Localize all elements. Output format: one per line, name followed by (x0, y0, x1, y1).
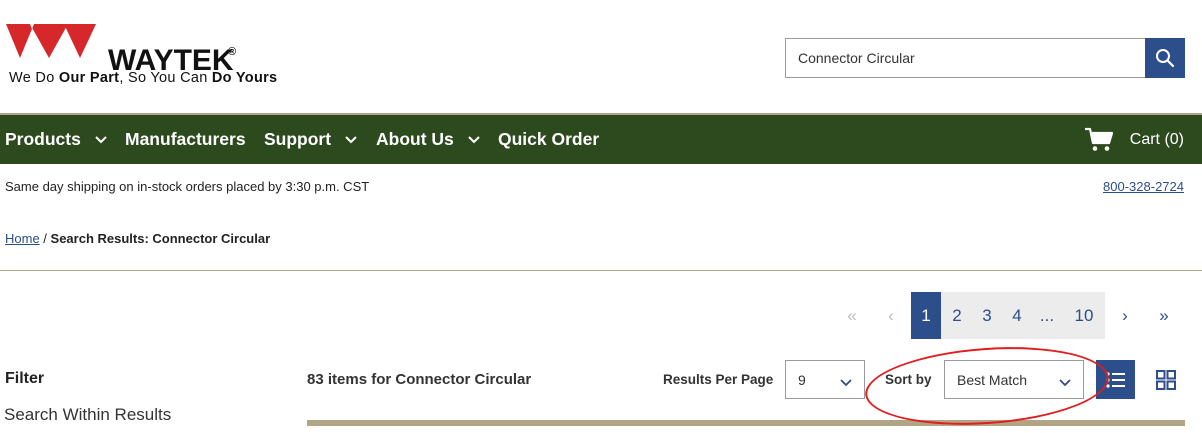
results-header-divider (307, 420, 1185, 426)
chevron-down-icon (840, 374, 852, 390)
prev-page-button[interactable]: ‹ (878, 292, 904, 339)
chevron-down-icon (95, 135, 107, 144)
page-2-button[interactable]: 2 (942, 292, 972, 339)
cart-icon (1084, 127, 1113, 151)
search-within-results-label[interactable]: Search Within Results (4, 405, 171, 425)
page-10-button[interactable]: 10 (1064, 292, 1104, 339)
page-1-button[interactable]: 1 (911, 292, 941, 339)
page-3-button[interactable]: 3 (972, 292, 1002, 339)
site-header: WAYTEK ® We Do Our Part, So You Can Do Y… (0, 0, 1202, 113)
nav-quick-order[interactable]: Quick Order (498, 115, 599, 164)
breadcrumb-current: Search Results: Connector Circular (50, 231, 271, 246)
page-ellipsis: ... (1039, 305, 1055, 325)
grid-view-button[interactable] (1146, 360, 1185, 399)
nav-products[interactable]: Products (5, 115, 107, 164)
cart-link[interactable]: Cart (0) (1084, 115, 1184, 164)
sort-by-select[interactable]: Best Match (944, 360, 1084, 399)
search-icon (1156, 49, 1175, 68)
search-input[interactable] (786, 39, 1144, 77)
breadcrumb-divider (0, 270, 1202, 271)
cart-label: Cart (0) (1129, 130, 1184, 148)
nav-manufacturers[interactable]: Manufacturers (125, 115, 246, 164)
results-per-page-select[interactable]: 9 (785, 360, 865, 399)
result-count: 83 items for Connector Circular (307, 371, 532, 388)
tagline: We Do Our Part, So You Can Do Yours (9, 70, 278, 86)
next-page-button[interactable]: › (1112, 292, 1138, 339)
breadcrumb-home[interactable]: Home (5, 231, 40, 246)
page-4-button[interactable]: 4 (1002, 292, 1032, 339)
results-per-page-value: 9 (798, 371, 806, 388)
shipping-notice: Same day shipping on in-stock orders pla… (5, 179, 370, 194)
search-button[interactable] (1145, 38, 1185, 78)
chevron-down-icon (1059, 374, 1071, 390)
registered-mark: ® (228, 46, 237, 58)
waytek-logo-icon (6, 24, 96, 58)
list-view-icon (1105, 371, 1125, 388)
chevron-down-icon (345, 135, 357, 144)
filter-title: Filter (5, 370, 45, 387)
main-nav: Products Manufacturers Support About Us … (0, 115, 1202, 164)
nav-support[interactable]: Support (264, 115, 357, 164)
list-view-button[interactable] (1096, 360, 1135, 399)
chevron-down-icon (468, 135, 480, 144)
sort-by-value: Best Match (957, 371, 1028, 388)
phone-link[interactable]: 800-328-2724 (1103, 179, 1184, 194)
first-page-button[interactable]: « (838, 292, 866, 339)
waytek-logo[interactable]: WAYTEK ® We Do Our Part, So You Can Do Y… (6, 24, 306, 94)
last-page-button[interactable]: » (1150, 292, 1178, 339)
results-per-page-label: Results Per Page (663, 372, 774, 387)
sort-by-label: Sort by (885, 372, 932, 387)
grid-view-icon (1155, 369, 1176, 390)
nav-about-us[interactable]: About Us (376, 115, 480, 164)
breadcrumb: Home / Search Results: Connector Circula… (5, 231, 271, 246)
search-box (785, 38, 1185, 78)
